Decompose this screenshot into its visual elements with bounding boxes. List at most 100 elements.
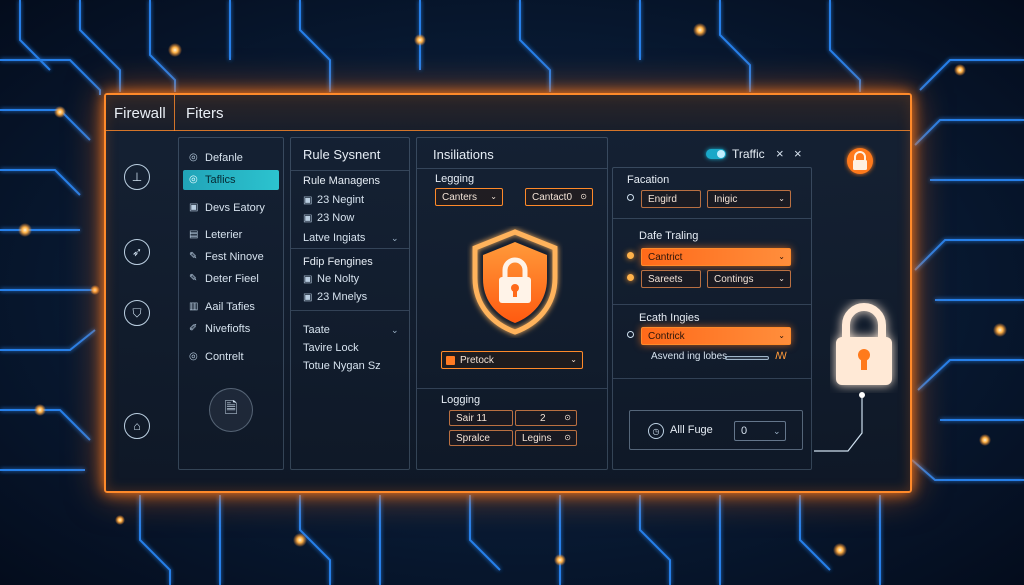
shield-lock-icon [472,229,558,335]
title-bar: Firewall Fiters [106,95,910,131]
control-icon: ◎ [189,351,198,362]
sair-field[interactable]: Sair 11 [449,410,513,426]
home-icon: ⌂ [133,419,141,433]
chevron-down-icon: ⌄ [773,426,781,436]
slider-end-icon: ꟿ [775,351,787,362]
home-button[interactable]: ⌂ [124,413,150,439]
installations-panel: Insiliations Legging Canters ⌄ Cantact0 ⊙ … [416,137,608,470]
taate-dropdown[interactable]: Taate [303,324,330,336]
close-icon[interactable]: × [776,146,784,161]
all-fuge-select[interactable]: 0 ⌄ [734,421,786,441]
firewall-window: Firewall Fiters ⊥ ➶ ⛉ ⌂ ◎ Defanle ◎ Taflic… [104,93,912,493]
all-fuge-label: Alll Fuge [670,424,713,436]
divider [417,388,607,389]
rule-icon: ▣ [303,213,313,224]
nav-item-label: Contrelt [205,351,244,363]
status-dot [627,252,634,259]
all-fuge-box: ◷ Alll Fuge 0 ⌄ [629,410,803,450]
logging-title: Legging [435,173,475,185]
traffic-label: Traffic [732,147,765,161]
nav-item-contrelt[interactable]: ◎ Contrelt [183,347,279,367]
table-icon: ▥ [189,301,199,312]
nav-item-label: Leterier [205,229,243,241]
nav-item-devs-eatory[interactable]: ▣ Devs Eatory [183,198,279,218]
nav-item-label: Nivefiofts [205,323,251,335]
nav-item-defanle[interactable]: ◎ Defanle [183,148,279,168]
chevron-down-icon: ⌄ [778,252,785,261]
nav-item-label: Taflics [205,174,236,186]
rule-item[interactable]: Ne Nolty [317,273,359,285]
security-button[interactable]: ⛉ [124,300,150,326]
edit-icon: ✎ [189,251,198,262]
rule-item[interactable]: 23 Mnelys [317,291,367,303]
rule-item[interactable]: Tavire Lock [303,342,359,354]
device-icon: ▣ [189,202,199,213]
download-button[interactable]: ⊥ [124,164,150,190]
safe-traling-title: Dafe Traling [639,230,699,242]
inigic-select[interactable]: Inigic ⌄ [707,190,791,208]
divider [613,304,811,305]
close-icon[interactable]: × [794,146,802,161]
nav-item-deter-fieel[interactable]: ✎ Deter Fieel [183,269,279,289]
rule-item[interactable]: 23 Now [317,212,354,224]
settings-icon: ◎ [189,152,198,163]
rule-icon: ▣ [303,274,313,285]
divider [291,248,409,249]
nav-panel: ◎ Defanle ◎ Taflics ▣ Devs Eatory ▤ Leterier… [178,137,284,470]
chevron-down-icon: ⌄ [778,274,785,283]
canters-select[interactable]: Canters ⌄ [435,188,503,206]
nav-item-label: Devs Eatory [205,202,265,214]
count-field[interactable]: 2 ⊙ [515,410,577,426]
logging2-title: Logging [441,394,481,406]
radio-button[interactable] [627,331,634,338]
nav-item-label: Defanle [205,152,243,164]
slider-label: Asvend ing lobes [651,351,728,362]
pretock-select[interactable]: Pretock ⌄ [441,351,583,369]
chevron-down-icon[interactable]: ⌄ [391,325,399,336]
side-lock-area [814,148,892,452]
spralce-field[interactable]: Spralce [449,430,513,446]
nav-item-label: Deter Fieel [205,273,259,285]
levels-slider[interactable] [725,356,769,360]
nav-item-leterier[interactable]: ▤ Leterier [183,225,279,245]
nav-item-fest-ninove[interactable]: ✎ Fest Ninove [183,247,279,267]
cantact-select[interactable]: Cantact0 ⊙ [525,188,593,206]
rule-item[interactable]: 23 Negint [317,194,364,206]
launch-button[interactable]: ➶ [124,239,150,265]
cantrict-select[interactable]: Cantrict ⌄ [641,248,791,266]
latve-ingiats-dropdown[interactable]: Latve Ingiats [303,232,365,244]
legins-field[interactable]: Legins ⊙ [515,430,577,446]
chevron-down-icon: ⌄ [778,331,785,340]
divider [613,218,811,219]
file-button[interactable]: 🗎 [209,388,253,432]
rule-icon: ▣ [303,195,313,206]
rule-managens-title: Rule Managens [303,175,381,187]
status-dot [627,274,634,281]
nav-item-nivefiofts[interactable]: ✐ Nivefiofts [183,319,279,339]
engird-field[interactable]: Engird [641,190,701,208]
section-title[interactable]: Fiters [186,105,224,122]
large-lock-icon [836,303,892,385]
chevron-down-icon: ⌄ [778,194,785,203]
traffic-toggle[interactable] [706,149,726,159]
rules-panel: Rule Sysnent Rule Managens ▣ 23 Negint ▣… [290,137,410,470]
contrick-select[interactable]: Contrick ⌄ [641,327,791,345]
facation-title: Facation [627,174,670,186]
rule-item[interactable]: Totue Nygan Sz [303,360,381,372]
contings-select[interactable]: Contings ⌄ [707,270,791,288]
nav-item-aail-tafies[interactable]: ▥ Aail Tafies [183,297,279,317]
nav-item-taflics[interactable]: ◎ Taflics [183,170,279,190]
rules-header: Rule Sysnent [303,147,381,162]
nav-item-label: Aail Tafies [205,301,255,313]
rocket-icon: ➶ [131,245,143,259]
chevron-down-icon[interactable]: ⌄ [391,233,399,244]
rule-icon: ▣ [303,292,313,303]
divider [613,378,811,379]
title-divider [174,95,175,131]
radio-button[interactable] [627,194,634,201]
divider [417,168,607,169]
clock-icon: ◷ [648,423,664,439]
list-icon: ▤ [189,229,199,240]
sareets-field[interactable]: Sareets [641,270,701,288]
traffic-icon: ◎ [189,174,198,185]
